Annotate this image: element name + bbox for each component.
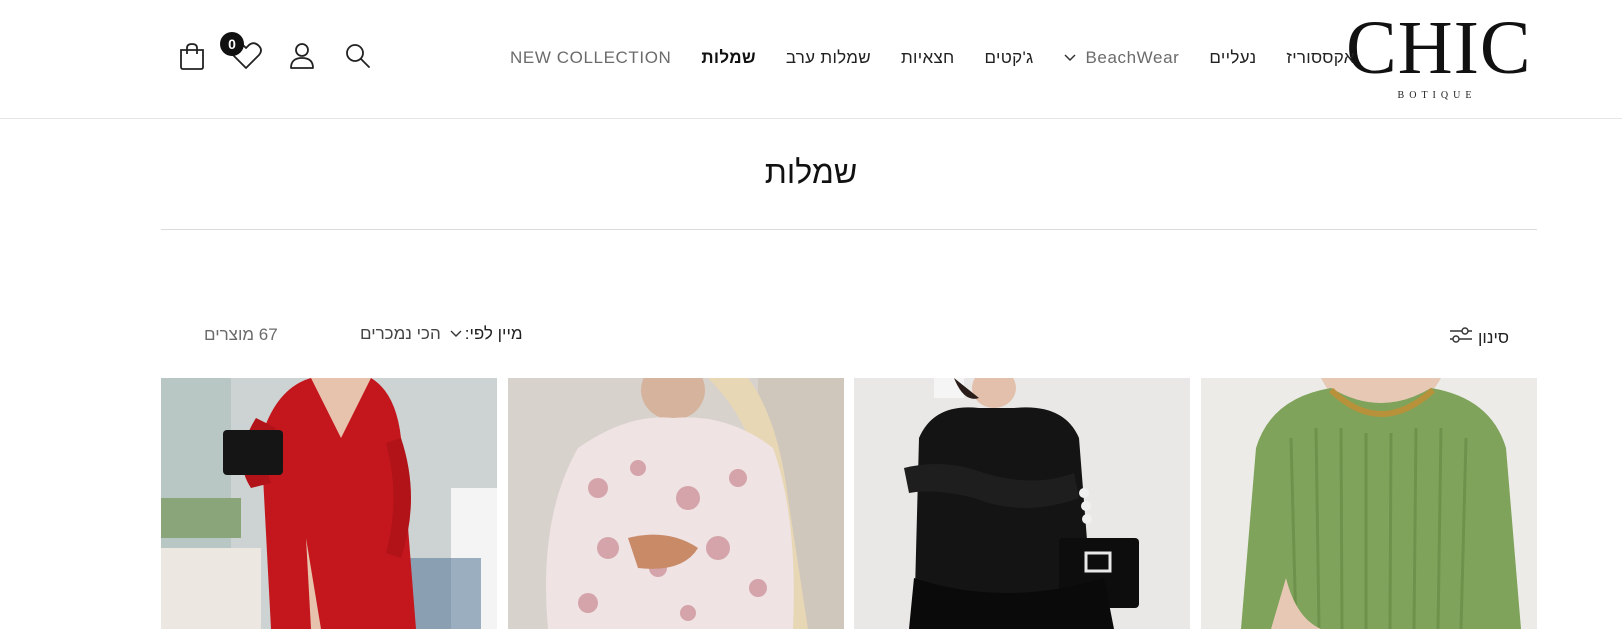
brand-logo[interactable]: CHIC BOTIQUE — [1346, 6, 1532, 102]
filter-button[interactable]: סינון — [1448, 325, 1509, 350]
product-count: 67 מוצרים — [204, 325, 278, 344]
header-icons: 0 — [170, 32, 380, 80]
site-header: CHIC BOTIQUE NEW COLLECTION שמלות שמלות … — [0, 0, 1622, 119]
product-card[interactable] — [854, 378, 1191, 629]
main-nav: NEW COLLECTION שמלות שמלות ערב חצאיות ג'… — [480, 44, 1354, 72]
product-card[interactable] — [1200, 378, 1537, 629]
wishlist-count-badge: 0 — [220, 32, 244, 56]
account-button[interactable] — [280, 36, 324, 80]
shopping-bag-icon — [178, 41, 206, 76]
product-image-black-dress — [854, 378, 1191, 629]
nav-item-shoes[interactable]: נעליים — [1209, 48, 1256, 68]
logo-wordmark: CHIC — [1346, 6, 1532, 90]
chevron-down-icon — [449, 329, 463, 339]
nav-item-new-collection[interactable]: NEW COLLECTION — [510, 48, 671, 68]
sort-label: מיין לפי: — [464, 324, 523, 343]
nav-item-beachwear-label: BeachWear — [1085, 48, 1180, 67]
product-grid — [161, 378, 1537, 629]
nav-item-skirts[interactable]: חצאיות — [901, 48, 955, 68]
nav-item-dresses[interactable]: שמלות — [701, 48, 755, 68]
filter-label: סינון — [1478, 327, 1510, 347]
chevron-down-icon — [1063, 53, 1077, 63]
product-card[interactable] — [507, 378, 844, 629]
product-image-red-wrap-dress — [161, 378, 497, 629]
search-icon — [344, 42, 372, 75]
product-image-floral-dress — [507, 378, 844, 629]
page-title: שמלות — [764, 154, 858, 190]
title-divider — [161, 229, 1537, 230]
product-image-green-knit-dress — [1200, 378, 1537, 629]
sliders-icon — [1448, 325, 1474, 350]
logo-tagline: BOTIQUE — [1397, 90, 1477, 101]
nav-item-evening-dresses[interactable]: שמלות ערב — [786, 48, 871, 68]
account-icon — [288, 41, 316, 76]
nav-item-accessories[interactable]: אקססוריז — [1286, 48, 1354, 68]
sort-value: הכי נמכרים — [360, 324, 441, 343]
nav-item-beachwear[interactable]: BeachWear — [1063, 48, 1179, 68]
wishlist-button[interactable]: 0 — [220, 32, 268, 80]
search-button[interactable] — [336, 36, 380, 80]
nav-item-jackets[interactable]: ג'קטים — [985, 48, 1034, 68]
product-card[interactable] — [161, 378, 497, 629]
sort-select[interactable]: מיין לפי: הכי נמכרים — [360, 324, 523, 344]
cart-button[interactable] — [170, 36, 214, 80]
